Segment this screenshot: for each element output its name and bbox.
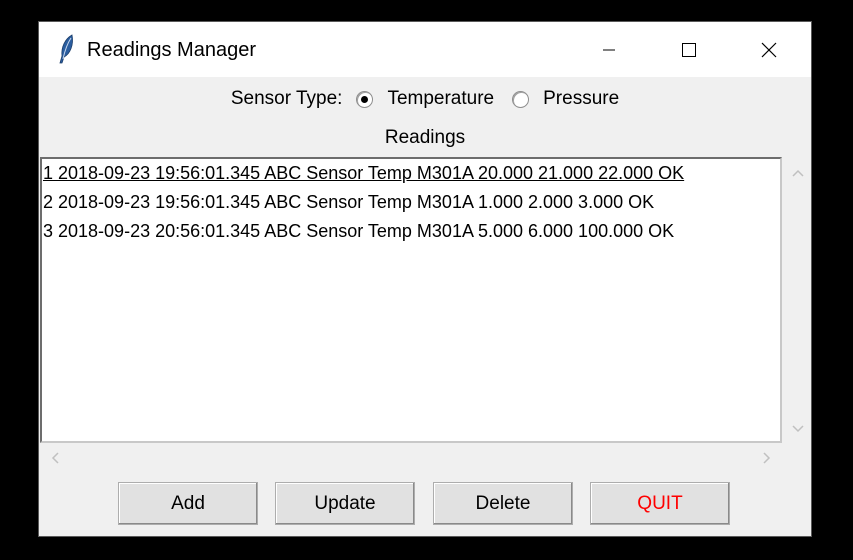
readings-listbox[interactable]: 1 2018-09-23 19:56:01.345 ABC Sensor Tem… (40, 157, 782, 443)
sensor-type-label: Sensor Type: (230, 88, 343, 109)
vertical-scrollbar[interactable] (785, 157, 810, 443)
update-button[interactable]: Update (275, 482, 415, 525)
scroll-up-icon[interactable] (790, 165, 806, 181)
horizontal-scrollbar[interactable] (40, 446, 784, 470)
title-bar[interactable]: Readings Manager (39, 22, 811, 77)
radio-temperature-label: Temperature (387, 88, 495, 109)
maximize-icon (682, 42, 696, 57)
radio-pressure[interactable]: Pressure (512, 88, 619, 110)
list-item[interactable]: 3 2018-09-23 20:56:01.345 ABC Sensor Tem… (43, 217, 674, 245)
radio-pressure-label: Pressure (543, 88, 620, 109)
radio-dot-icon (361, 95, 369, 103)
radio-button-unselected[interactable] (512, 90, 530, 108)
quit-button[interactable]: QUIT (590, 482, 730, 525)
radio-temperature[interactable]: Temperature (356, 88, 494, 110)
close-button[interactable] (729, 22, 809, 77)
delete-button[interactable]: Delete (433, 482, 573, 525)
minimize-icon (603, 44, 615, 56)
scroll-right-icon[interactable] (759, 450, 775, 466)
scroll-down-icon[interactable] (790, 421, 806, 437)
scroll-left-icon[interactable] (47, 450, 63, 466)
readings-manager-window: Readings Manager Sensor Type: Temperatur… (38, 21, 812, 537)
window-title: Readings Manager (87, 39, 256, 61)
list-item[interactable]: 2 2018-09-23 19:56:01.345 ABC Sensor Tem… (43, 188, 654, 216)
maximize-button[interactable] (649, 22, 729, 77)
minimize-button[interactable] (569, 22, 649, 77)
radio-button-selected[interactable] (356, 90, 374, 108)
feather-icon (57, 34, 77, 64)
sensor-type-row: Sensor Type: Temperature Pressure (39, 86, 811, 112)
list-item[interactable]: 1 2018-09-23 19:56:01.345 ABC Sensor Tem… (43, 159, 684, 187)
close-icon (761, 42, 777, 58)
readings-heading: Readings (384, 127, 466, 148)
add-button[interactable]: Add (118, 482, 258, 525)
